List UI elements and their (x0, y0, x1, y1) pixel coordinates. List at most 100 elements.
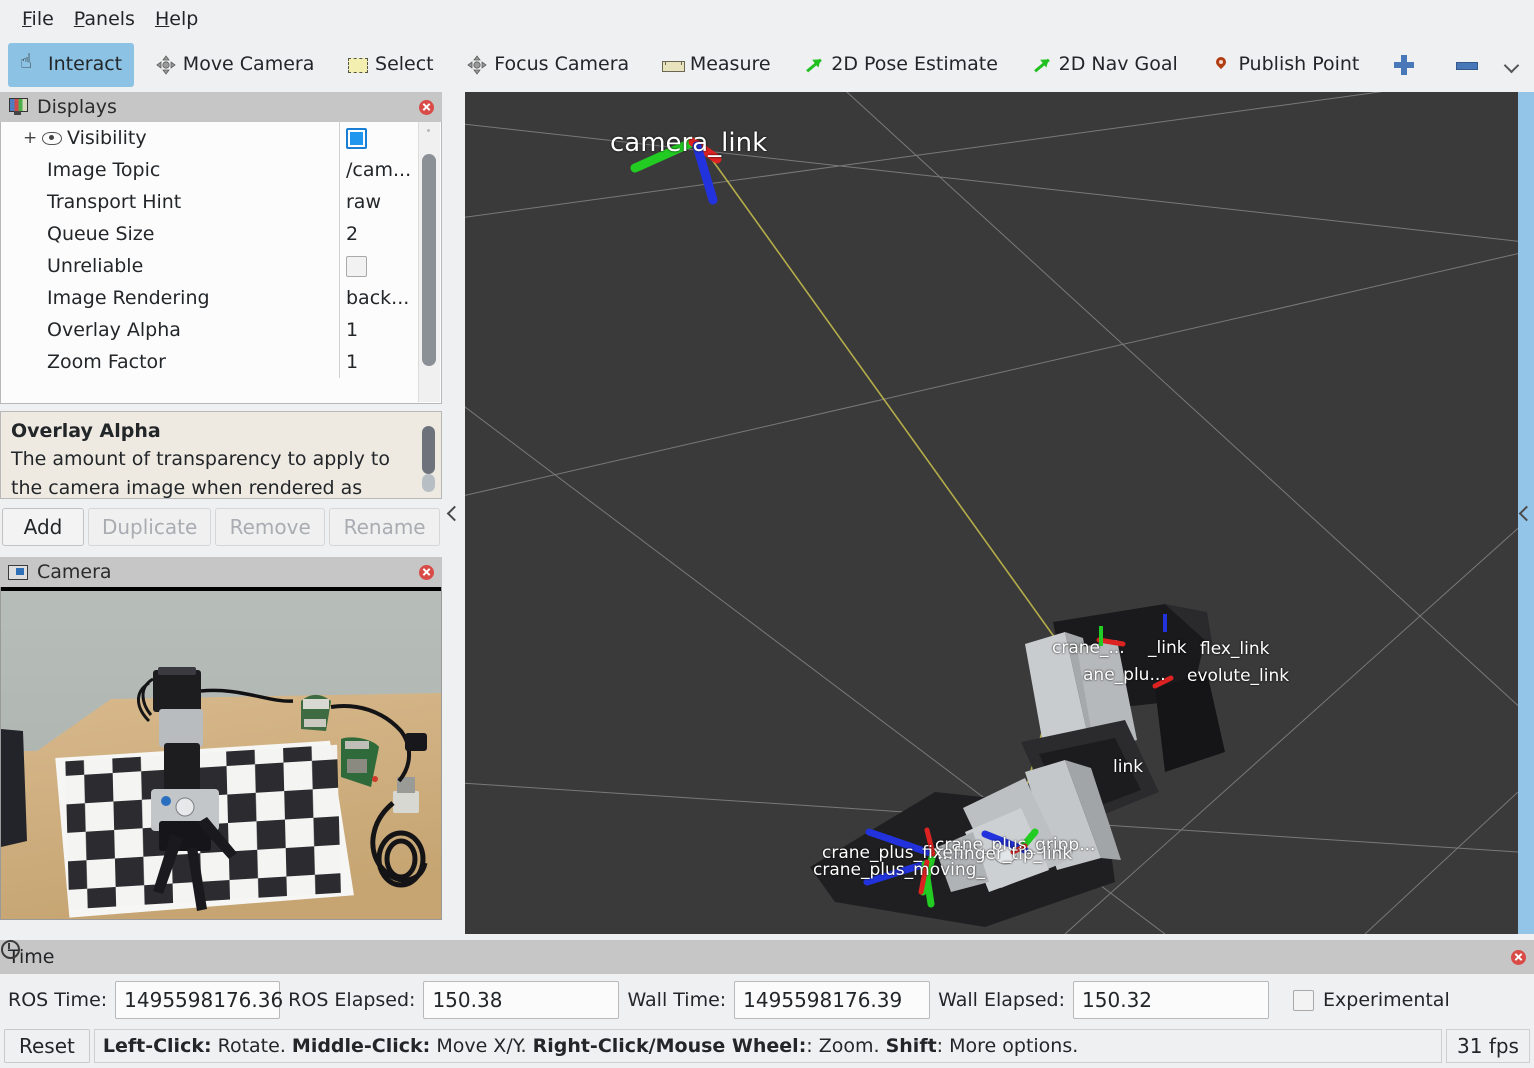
rename-button[interactable]: Rename (329, 508, 440, 546)
property-value[interactable]: raw (339, 186, 421, 218)
tool-2d-nav-goal[interactable]: 2D Nav Goal (1019, 43, 1190, 87)
right-dock-collapse-handle[interactable] (1518, 92, 1534, 934)
unreliable-checkbox[interactable] (346, 255, 367, 277)
camera-panel: Camera (0, 557, 442, 920)
wall-time-input[interactable]: 1495598176.39 (734, 981, 931, 1019)
tool-measure-label: Measure (689, 53, 771, 75)
close-icon[interactable] (419, 564, 434, 580)
tool-2d-pose-estimate[interactable]: 2D Pose Estimate (791, 43, 1010, 87)
wall-elapsed-label: Wall Elapsed: (938, 989, 1066, 1011)
displays-button-row: Add Duplicate Remove Rename (0, 508, 442, 546)
displays-icon (8, 98, 28, 116)
menu-file[interactable]: File (12, 6, 64, 32)
left-dock: Displays + Visibility Image Topic /cam..… (0, 92, 442, 940)
link-label-link: _link (1148, 638, 1187, 658)
help-line-2: the camera image when rendered as (11, 477, 363, 499)
hint-zoom: : Zoom. (806, 1035, 886, 1057)
select-icon (347, 54, 369, 76)
green-arrow-icon (1031, 54, 1053, 76)
hint-rotate: Rotate. (211, 1035, 292, 1057)
camera-image (1, 591, 441, 919)
help-scrollbar[interactable] (421, 414, 439, 498)
displays-property-tree[interactable]: + Visibility Image Topic /cam... Transpo… (0, 122, 442, 404)
close-icon[interactable] (419, 99, 434, 115)
tool-measure[interactable]: Measure (650, 43, 783, 87)
tool-focus-camera[interactable]: Focus Camera (454, 43, 641, 87)
toolbar-overflow-button[interactable] (1490, 43, 1534, 87)
close-icon[interactable] (1511, 949, 1526, 965)
scrollbar-thumb[interactable] (422, 154, 436, 366)
hint-right-click: Right-Click/Mouse Wheel: (532, 1035, 807, 1057)
viewport-scene (465, 92, 1518, 934)
wall-time-label: Wall Time: (627, 989, 727, 1011)
scrollbar-marker (427, 129, 430, 132)
property-row-overlay-alpha[interactable]: Overlay Alpha 1 (1, 314, 441, 346)
property-value[interactable]: 2 (339, 218, 421, 250)
scrollbar-thumb[interactable] (422, 426, 435, 474)
property-row-visibility[interactable]: + Visibility (1, 122, 441, 154)
time-fields-row: ROS Time: 1495598176.36 ROS Elapsed: 150… (0, 974, 1534, 1026)
property-value[interactable] (339, 122, 421, 154)
scrollbar-trough[interactable] (422, 474, 435, 492)
property-row-transport-hint[interactable]: Transport Hint raw (1, 186, 441, 218)
experimental-checkbox[interactable] (1293, 989, 1315, 1011)
hand-icon (20, 49, 42, 76)
property-label: Zoom Factor (47, 351, 166, 373)
reset-button[interactable]: Reset (4, 1029, 90, 1063)
camera-panel-title: Camera (37, 561, 112, 583)
tool-publish-point[interactable]: Publish Point (1198, 43, 1371, 87)
property-row-image-topic[interactable]: Image Topic /cam... (1, 154, 441, 186)
duplicate-button[interactable]: Duplicate (88, 508, 212, 546)
link-label-evolute-link: evolute_link (1187, 666, 1290, 686)
eye-icon (42, 132, 62, 145)
remove-button[interactable]: Remove (215, 508, 326, 546)
property-row-zoom-factor[interactable]: Zoom Factor 1 (1, 346, 441, 378)
property-row-queue-size[interactable]: Queue Size 2 (1, 218, 441, 250)
property-value[interactable]: 1 (339, 346, 421, 378)
left-dock-collapse-handle[interactable] (444, 92, 465, 934)
chevron-left-icon (446, 505, 463, 521)
property-value[interactable]: /cam... (339, 154, 421, 186)
camera-image-view[interactable] (0, 587, 442, 920)
experimental-toggle[interactable]: Experimental (1293, 989, 1450, 1011)
tool-2d-pose-estimate-label: 2D Pose Estimate (831, 53, 998, 75)
tool-select-label: Select (375, 53, 434, 75)
camera-icon (8, 563, 28, 581)
ros-elapsed-input[interactable]: 150.38 (423, 981, 620, 1019)
tool-bar: Interact Move Camera Select Focus Camera (0, 38, 1534, 91)
tool-move-camera[interactable]: Move Camera (143, 43, 327, 87)
visibility-checkbox[interactable] (346, 127, 367, 149)
property-value[interactable] (339, 250, 421, 282)
ros-time-input[interactable]: 1495598176.36 (115, 981, 283, 1019)
property-value[interactable]: 1 (339, 314, 421, 346)
link-label-flex-link: flex_link (1200, 639, 1270, 659)
property-label: Queue Size (47, 223, 155, 245)
add-tool-button[interactable] (1380, 43, 1428, 87)
3d-viewport[interactable]: camera_link crane_... _link flex_link an… (465, 92, 1518, 934)
property-tree-scrollbar[interactable] (418, 122, 440, 402)
help-line-1: The amount of transparency to apply to (11, 448, 390, 470)
menu-help[interactable]: Help (145, 6, 208, 32)
property-row-image-rendering[interactable]: Image Rendering back... (1, 282, 441, 314)
time-panel: Time ROS Time: 1495598176.36 ROS Elapsed… (0, 940, 1534, 1068)
remove-tool-button[interactable] (1442, 43, 1490, 87)
add-button[interactable]: Add (2, 508, 84, 546)
experimental-label: Experimental (1323, 989, 1450, 1011)
hint-shift: Shift (885, 1035, 937, 1057)
property-label: Overlay Alpha (47, 319, 181, 341)
menu-panels[interactable]: Panels (64, 6, 145, 32)
time-panel-header: Time (0, 940, 1534, 974)
tool-interact[interactable]: Interact (8, 42, 135, 87)
fps-indicator: 31 fps (1446, 1029, 1530, 1063)
tool-select[interactable]: Select (335, 43, 446, 87)
ros-time-label: ROS Time: (8, 989, 108, 1011)
tool-publish-point-label: Publish Point (1238, 53, 1360, 75)
tool-interact-label: Interact (48, 53, 123, 75)
move-camera-icon (155, 54, 177, 76)
help-title: Overlay Alpha (11, 420, 161, 442)
wall-elapsed-input[interactable]: 150.32 (1073, 981, 1270, 1019)
property-row-unreliable[interactable]: Unreliable (1, 250, 441, 282)
expander-icon[interactable]: + (23, 128, 37, 148)
property-value[interactable]: back... (339, 282, 421, 314)
hint-move: Move X/Y. (430, 1035, 533, 1057)
